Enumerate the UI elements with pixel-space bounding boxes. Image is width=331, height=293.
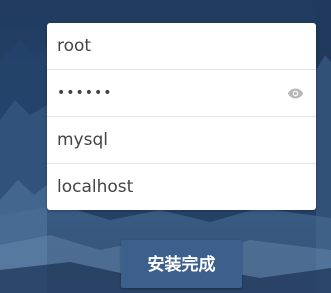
database-name-input[interactable] xyxy=(47,117,316,163)
username-field xyxy=(47,23,316,69)
database-config-form xyxy=(47,23,316,210)
host-field xyxy=(47,164,316,210)
host-input[interactable] xyxy=(47,164,316,210)
database-name-field xyxy=(47,117,316,163)
password-field xyxy=(47,70,316,116)
eye-icon[interactable] xyxy=(287,85,304,102)
username-input[interactable] xyxy=(47,23,316,69)
password-input[interactable] xyxy=(47,70,316,116)
install-complete-button[interactable]: 安装完成 xyxy=(121,240,242,288)
